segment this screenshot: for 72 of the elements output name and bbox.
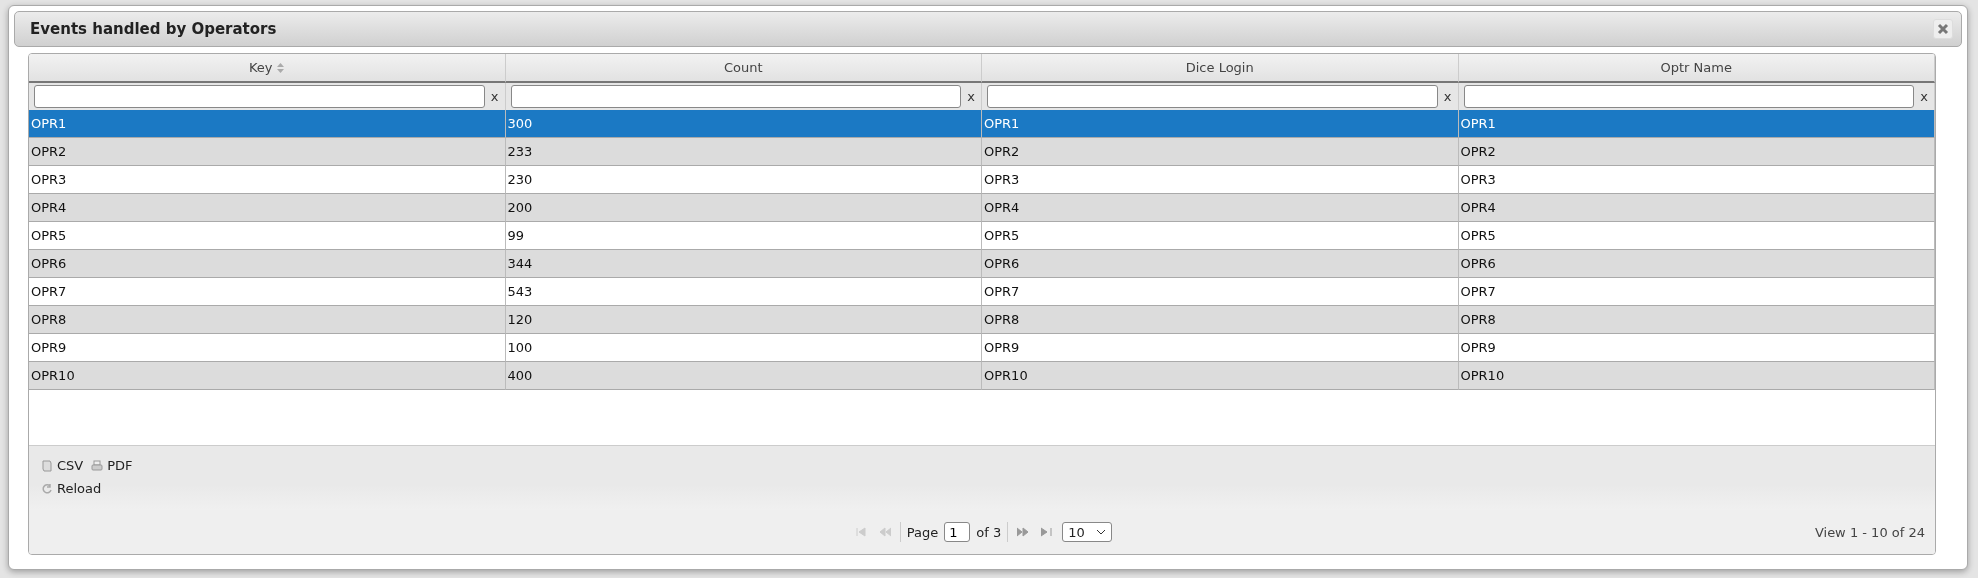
column-label: Count (723, 60, 763, 75)
table-cell[interactable]: OPR10 (982, 362, 1459, 390)
printer-icon (91, 459, 104, 472)
sort-icon[interactable] (275, 61, 285, 74)
clear-filter-button[interactable]: x (1443, 89, 1452, 104)
clear-filter-button[interactable]: x (967, 89, 975, 104)
table-cell[interactable]: 99 (505, 222, 982, 250)
table-cell[interactable]: OPR6 (29, 250, 506, 278)
pdf-export-button[interactable]: PDF (91, 458, 133, 473)
table-cell[interactable]: OPR1 (29, 110, 506, 138)
column-header[interactable]: Optr Name (1458, 54, 1935, 83)
page-size-select[interactable]: 10 (1062, 522, 1113, 542)
table-cell[interactable]: OPR7 (29, 278, 506, 306)
close-button[interactable] (1933, 19, 1953, 39)
table-cell[interactable]: OPR10 (1458, 362, 1935, 390)
reload-icon (41, 482, 53, 495)
caret-icon (1096, 529, 1107, 535)
table-cell[interactable]: OPR5 (982, 222, 1459, 250)
csv-export-button[interactable]: CSV (41, 458, 84, 473)
table-cell[interactable]: OPR8 (29, 306, 506, 334)
table-cell[interactable]: OPR4 (982, 194, 1459, 222)
table-cell[interactable]: 230 (505, 166, 982, 194)
clear-filter-button[interactable]: x (1920, 89, 1928, 104)
filter-field[interactable] (1463, 85, 1915, 108)
table-cell[interactable]: OPR4 (29, 194, 506, 222)
table-cell[interactable]: OPR3 (982, 166, 1459, 194)
table-cell[interactable]: OPR6 (982, 250, 1459, 278)
filter-field[interactable] (34, 85, 485, 108)
column-header[interactable]: Key (29, 54, 506, 83)
table-cell[interactable]: 400 (505, 362, 982, 390)
table-cell[interactable]: OPR8 (982, 306, 1459, 334)
column-label: Dice Login (1185, 60, 1254, 75)
table-cell[interactable]: OPR1 (1458, 110, 1935, 138)
table-cell[interactable]: OPR2 (982, 138, 1459, 166)
table-cell[interactable]: OPR1 (982, 110, 1459, 138)
table-cell[interactable]: OPR3 (1458, 166, 1935, 194)
column-label: Key (248, 60, 273, 75)
page-count: of 3 (976, 524, 1002, 540)
filter-field[interactable] (987, 85, 1438, 108)
table-cell[interactable]: 344 (505, 250, 982, 278)
table-cell[interactable]: OPR3 (29, 166, 506, 194)
table-cell[interactable]: 200 (505, 194, 982, 222)
column-header[interactable]: Count (505, 54, 982, 83)
table-cell[interactable]: 300 (505, 110, 982, 138)
table-cell[interactable]: OPR6 (1458, 250, 1935, 278)
table-cell[interactable]: OPR7 (982, 278, 1459, 306)
table-cell[interactable]: OPR7 (1458, 278, 1935, 306)
table-cell[interactable]: OPR9 (982, 334, 1459, 362)
page-label: Page (906, 524, 939, 540)
table-cell[interactable]: OPR2 (29, 138, 506, 166)
table-cell[interactable]: OPR8 (1458, 306, 1935, 334)
page-number-field[interactable]: 1 (944, 522, 971, 542)
table-cell[interactable]: 543 (505, 278, 982, 306)
table-cell[interactable]: OPR9 (29, 334, 506, 362)
table-cell[interactable]: 233 (505, 138, 982, 166)
document-icon (41, 459, 53, 472)
table-cell[interactable]: 100 (505, 334, 982, 362)
table-cell[interactable]: OPR9 (1458, 334, 1935, 362)
table-cell[interactable]: 120 (505, 306, 982, 334)
table-cell[interactable]: OPR2 (1458, 138, 1935, 166)
dialog-title: Events handled by Operators (30, 20, 277, 38)
record-range: View 1 - 10 of 24 (1814, 524, 1925, 540)
table-cell[interactable]: OPR5 (1458, 222, 1935, 250)
filter-field[interactable] (510, 85, 962, 108)
reload-button[interactable]: Reload (41, 481, 102, 496)
table-cell[interactable]: OPR4 (1458, 194, 1935, 222)
column-label: Optr Name (1660, 60, 1732, 75)
table-cell[interactable]: OPR5 (29, 222, 506, 250)
close-icon (1937, 23, 1949, 35)
table-cell[interactable]: OPR10 (29, 362, 506, 390)
clear-filter-button[interactable]: x (490, 89, 499, 104)
column-header[interactable]: Dice Login (982, 54, 1459, 83)
